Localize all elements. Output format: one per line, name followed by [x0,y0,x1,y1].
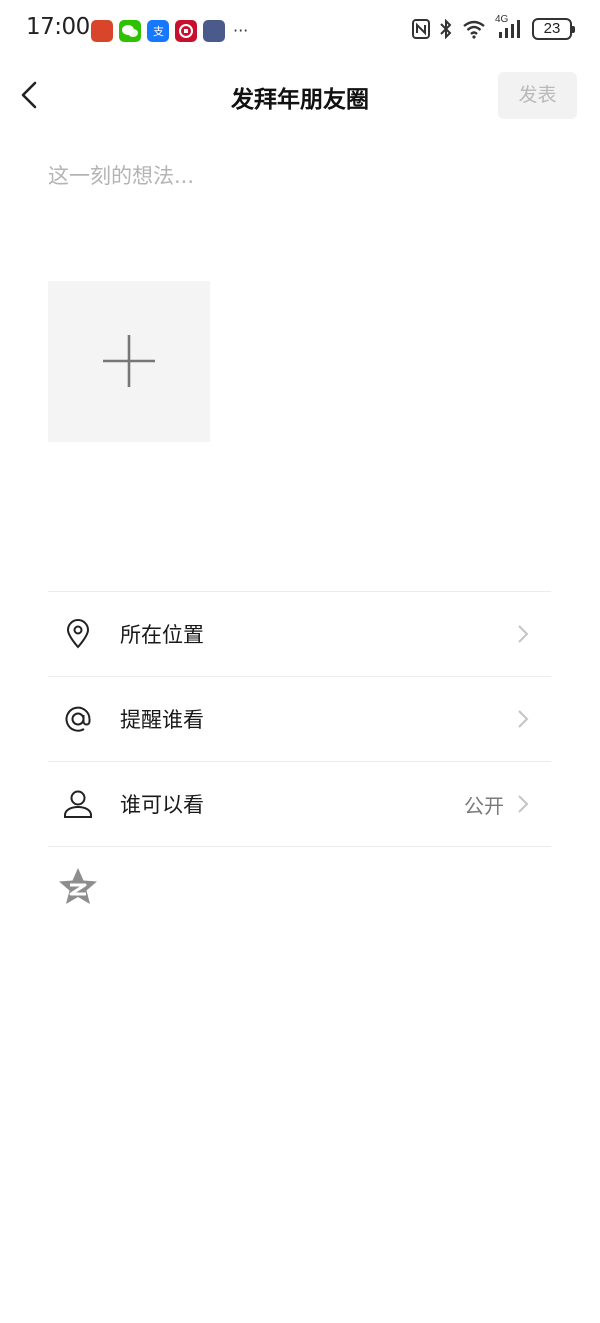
system-icons: 4G 23 [412,14,575,40]
option-label: 所在位置 [120,623,204,647]
status-bar: 17:00 支 ··· 4G 23 [0,0,600,62]
location-pin-icon [62,618,94,650]
game-app-icon-2 [203,20,225,42]
chevron-right-icon [517,624,529,644]
bluetooth-icon [439,19,453,39]
option-visibility[interactable]: 谁可以看 公开 [48,762,551,847]
plus-icon [103,335,155,387]
svg-text:支: 支 [153,25,164,38]
publish-button[interactable]: 发表 [498,72,577,119]
option-label: 提醒谁看 [120,708,204,732]
status-time: 17:00 [26,14,90,40]
options-list: 所在位置 提醒谁看 谁可以看 公开 [48,591,551,847]
option-label: 谁可以看 [120,793,204,817]
chevron-right-icon [517,709,529,729]
game-app-icon [91,20,113,42]
notification-icons: 支 ··· [91,20,248,42]
option-mention[interactable]: 提醒谁看 [48,677,551,762]
nfc-icon [412,19,430,39]
battery-indicator: 23 [532,18,575,40]
cellular-signal-icon: 4G [495,14,523,40]
header: 发拜年朋友圈 发表 [0,62,600,130]
option-location[interactable]: 所在位置 [48,592,551,677]
alipay-icon: 支 [147,20,169,42]
qzone-star-icon[interactable] [57,866,99,908]
more-notifications-icon: ··· [233,21,249,40]
visibility-value: 公开 [464,794,504,818]
bank-app-icon [175,20,197,42]
wechat-icon [119,20,141,42]
wifi-icon [462,19,486,39]
person-icon [62,788,94,820]
add-photo-button[interactable] [48,281,210,442]
at-mention-icon [62,703,94,735]
chevron-right-icon [517,794,529,814]
thought-input[interactable] [48,160,552,250]
